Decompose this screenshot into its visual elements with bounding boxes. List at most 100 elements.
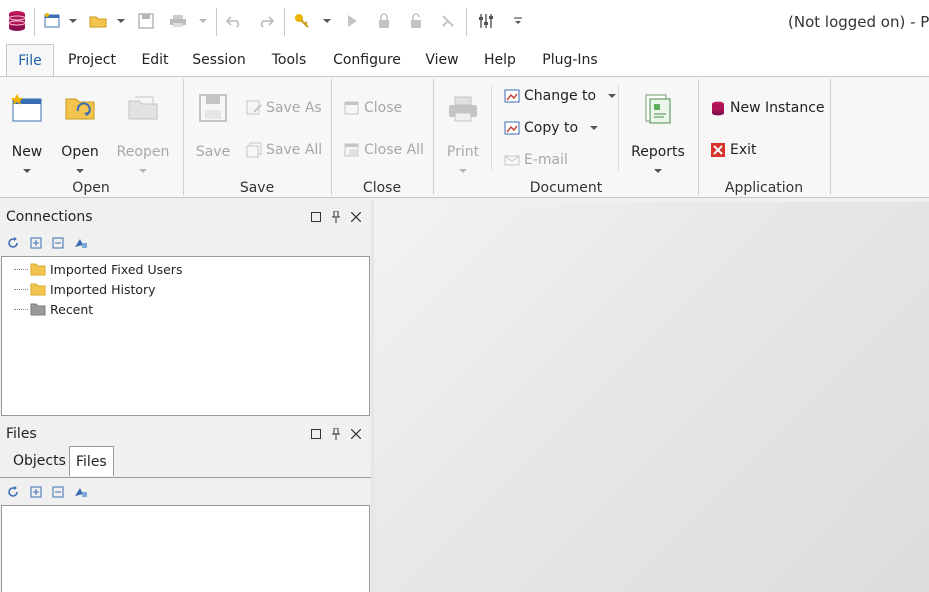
- sliders-icon[interactable]: [476, 10, 496, 32]
- new-button[interactable]: New: [6, 85, 48, 177]
- copy-to-icon: [504, 121, 520, 135]
- close-all-icon: [344, 143, 359, 157]
- tree-item-imported-history[interactable]: Imported History: [14, 280, 156, 298]
- reports-label: Reports: [631, 144, 685, 160]
- refresh-icon[interactable]: [6, 485, 20, 499]
- print-button[interactable]: Print: [442, 85, 484, 177]
- close-all-label: Close All: [364, 142, 424, 158]
- close-icon[interactable]: [348, 209, 364, 225]
- connections-tree: Imported Fixed Users Imported History Re…: [1, 256, 370, 416]
- reports-icon: [645, 94, 671, 124]
- connection-properties-icon[interactable]: [74, 236, 88, 250]
- open-label: Open: [61, 144, 99, 160]
- tab-files[interactable]: Files: [69, 446, 114, 476]
- save-button[interactable]: Save: [192, 85, 234, 165]
- reopen-dropdown-arrow[interactable]: [139, 169, 147, 173]
- print-label: Print: [446, 144, 480, 160]
- new-label: New: [11, 144, 43, 160]
- folder-gray-icon: [30, 303, 46, 316]
- tree-item-label: Recent: [50, 301, 94, 317]
- refresh-icon[interactable]: [6, 236, 20, 250]
- tab-session[interactable]: Session: [188, 44, 250, 76]
- copy-to-dropdown-arrow[interactable]: [590, 126, 599, 130]
- tab-tools[interactable]: Tools: [264, 44, 314, 76]
- reports-dropdown-arrow[interactable]: [654, 169, 662, 173]
- maximize-icon[interactable]: [308, 426, 324, 442]
- save-as-label: Save As: [266, 100, 322, 116]
- open-folder-icon[interactable]: [88, 10, 108, 32]
- pin-icon[interactable]: [328, 209, 344, 225]
- execute-icon[interactable]: [344, 10, 360, 32]
- tree-item-imported-fixed-users[interactable]: Imported Fixed Users: [14, 260, 182, 278]
- save-icon[interactable]: [136, 10, 156, 32]
- expand-icon[interactable]: [29, 236, 43, 250]
- exit-button[interactable]: Exit: [710, 139, 757, 161]
- reports-button[interactable]: Reports: [628, 85, 688, 177]
- files-tree: [1, 505, 370, 592]
- open-folder-icon: [65, 98, 95, 120]
- pin-icon[interactable]: [328, 426, 344, 442]
- print-icon[interactable]: [168, 10, 188, 32]
- new-instance-button[interactable]: New Instance: [710, 97, 825, 119]
- tab-configure[interactable]: Configure: [328, 44, 406, 76]
- change-to-dropdown-arrow[interactable]: [608, 94, 617, 98]
- change-to-icon: [504, 89, 520, 103]
- connections-panel-title: Connections: [6, 209, 93, 225]
- key-logon-icon[interactable]: [292, 10, 312, 32]
- tab-objects[interactable]: Objects: [7, 446, 72, 476]
- reopen-button[interactable]: Reopen: [112, 85, 174, 177]
- lock-icon[interactable]: [376, 10, 392, 32]
- unlock-icon[interactable]: [408, 10, 424, 32]
- save-all-button[interactable]: Save All: [246, 139, 322, 161]
- menu-tab-bar: File Project Edit Session Tools Configur…: [0, 44, 929, 76]
- tab-view[interactable]: View: [420, 44, 464, 76]
- open-dropdown-arrow[interactable]: [76, 169, 84, 173]
- new-document-icon: [11, 94, 42, 122]
- print-dropdown-arrow[interactable]: [198, 10, 208, 32]
- tab-edit[interactable]: Edit: [136, 44, 174, 76]
- open-dropdown-arrow[interactable]: [116, 10, 126, 32]
- collapse-icon[interactable]: [51, 236, 65, 250]
- close-label: Close: [364, 100, 403, 116]
- close-all-button[interactable]: Close All: [344, 139, 424, 161]
- close-icon[interactable]: [348, 426, 364, 442]
- save-label: Save: [195, 144, 231, 160]
- undo-icon[interactable]: [224, 10, 244, 32]
- tree-item-recent[interactable]: Recent: [14, 300, 93, 318]
- redo-icon[interactable]: [256, 10, 276, 32]
- expand-icon[interactable]: [29, 485, 43, 499]
- main-workspace: [374, 202, 929, 592]
- copy-to-button[interactable]: Copy to: [504, 117, 599, 139]
- tab-project[interactable]: Project: [62, 44, 122, 76]
- copy-to-label: Copy to: [524, 120, 579, 136]
- file-properties-icon[interactable]: [74, 485, 88, 499]
- save-as-button[interactable]: Save As: [246, 97, 322, 119]
- tab-help[interactable]: Help: [480, 44, 520, 76]
- open-button[interactable]: Open: [58, 85, 102, 177]
- new-dropdown-arrow[interactable]: [68, 10, 78, 32]
- change-to-button[interactable]: Change to: [504, 85, 617, 107]
- reopen-label: Reopen: [116, 144, 170, 160]
- close-button[interactable]: Close: [344, 97, 402, 119]
- save-as-icon: [246, 100, 262, 115]
- new-window-icon[interactable]: [42, 10, 62, 32]
- tab-file[interactable]: File: [6, 44, 54, 76]
- email-button[interactable]: E-mail: [504, 149, 568, 171]
- new-instance-icon: [712, 101, 724, 116]
- save-all-label: Save All: [266, 142, 323, 158]
- database-app-icon[interactable]: [6, 10, 28, 32]
- new-dropdown-arrow[interactable]: [23, 169, 31, 173]
- collapse-icon[interactable]: [51, 485, 65, 499]
- logon-dropdown-arrow[interactable]: [322, 10, 332, 32]
- tab-plug-ins[interactable]: Plug-Ins: [536, 44, 604, 76]
- exit-icon: [711, 143, 725, 157]
- customize-toolbar-icon[interactable]: [512, 10, 524, 32]
- break-icon[interactable]: [440, 10, 456, 32]
- maximize-icon[interactable]: [308, 209, 324, 225]
- group-save-label: Save: [239, 180, 275, 196]
- save-all-icon: [246, 142, 262, 158]
- print-dropdown-arrow[interactable]: [459, 169, 467, 173]
- quick-access-toolbar: (Not logged on) - P: [0, 0, 929, 44]
- files-panel-header: Files: [0, 422, 370, 446]
- reopen-folder-icon: [128, 96, 158, 120]
